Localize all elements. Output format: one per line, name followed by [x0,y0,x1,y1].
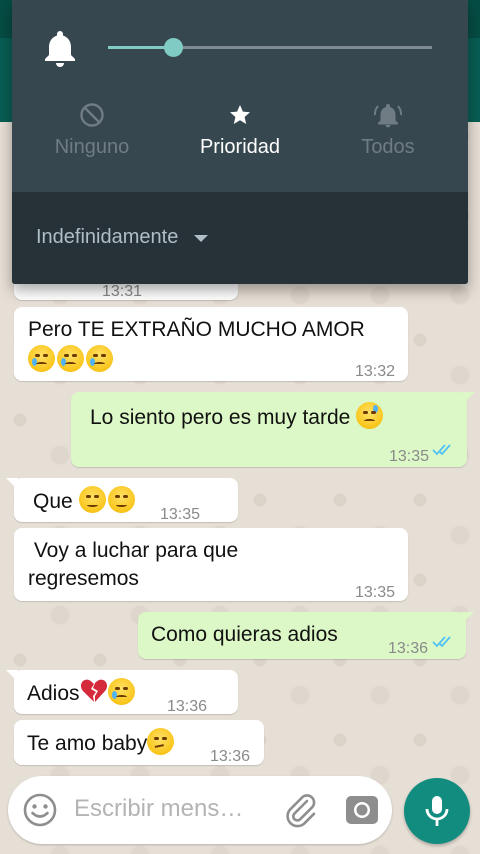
confused-face-icon [147,728,175,755]
message-text: Te amo baby [27,728,176,758]
message-time: 13:35 [389,448,430,465]
interruption-modes: Ninguno Prioridad Todos [12,98,468,170]
block-icon [80,103,104,127]
broken-heart-icon [80,679,107,702]
message-text: Pero TE EXTRAÑO MUCHO AMOR [28,318,365,341]
read-ticks-icon [432,444,451,456]
message-text: Como quieras adios [151,623,338,646]
message-bubble[interactable]: Que 13:35 [6,478,238,523]
message-bubble[interactable]: Adios 13:36 [6,670,238,715]
message-text: Adios [27,678,137,708]
message-bubble[interactable]: Pero TE EXTRAÑO MUCHO AMOR 13:32 [14,307,408,381]
message-bubble[interactable]: Voy a luchar para que regresemos 13:35 [14,528,408,601]
message-text-line: Voy a luchar para que [28,539,239,562]
message-time: 13:36 [167,698,208,715]
duration-label: Indefinidamente [36,226,179,248]
message-time: 13:36 [388,640,429,657]
duration-dropdown[interactable]: Indefinidamente [36,226,209,249]
mode-todos[interactable]: Todos [312,98,464,159]
message-time: 13:32 [355,363,396,380]
microphone-icon [425,796,449,826]
volume-slider-thumb[interactable] [163,38,183,57]
attach-paperclip-icon[interactable] [284,792,318,828]
message-time: 13:35 [355,584,396,601]
message-text-line: regresemos [28,567,139,590]
mode-label: Ninguno [54,136,130,158]
crying-face-icon [107,678,135,705]
emoji-picker-icon[interactable] [22,792,58,828]
crying-face-icon [57,345,84,372]
mode-ninguno[interactable]: Ninguno [16,98,168,159]
dropdown-caret-icon [194,235,209,242]
mode-label: Prioridad [199,136,281,158]
message-time: 13:35 [160,506,201,523]
message-composer: Escribir mens… [8,776,392,844]
mode-label: Todos [361,136,415,158]
tired-face-icon [78,486,106,513]
crying-face-emojis [28,345,115,375]
message-input[interactable]: Escribir mens… [74,795,243,823]
alert-bell-icon [373,104,403,128]
camera-icon[interactable] [344,792,380,828]
star-icon [230,105,250,124]
tired-face-icon [107,486,135,513]
volume-slider[interactable] [108,38,432,57]
message-time: 13:36 [210,748,251,765]
message-text: Lo siento pero es muy tarde [90,402,385,432]
crying-face-icon [28,345,55,372]
message-bubble[interactable]: Te amo baby 13:36 [14,720,264,765]
notification-bell-icon[interactable] [42,28,78,68]
message-bubble[interactable]: Como quieras adios 13:36 [138,612,474,659]
voice-record-button[interactable] [404,778,470,844]
message-bubble[interactable]: Lo siento pero es muy tarde 13:35 [71,392,475,467]
read-ticks-icon [432,636,451,648]
crying-face-icon [86,345,113,372]
sad-sweat-face-icon [356,402,384,429]
volume-dnd-panel: Ninguno Prioridad Todos Indefinidamente [12,0,468,284]
message-text: Que [33,486,137,516]
mode-prioridad[interactable]: Prioridad [164,98,316,159]
